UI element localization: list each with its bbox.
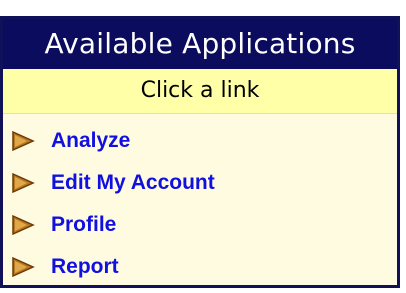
arrow-right-icon — [11, 130, 35, 152]
profile-link[interactable]: Profile — [51, 213, 116, 237]
arrow-right-icon — [11, 214, 35, 236]
edit-my-account-link[interactable]: Edit My Account — [51, 171, 215, 195]
panel-subtitle: Click a link — [3, 69, 397, 114]
link-item-analyze[interactable]: Analyze — [3, 120, 397, 162]
link-item-report[interactable]: Report — [3, 246, 397, 288]
analyze-link[interactable]: Analyze — [51, 129, 130, 153]
report-link[interactable]: Report — [51, 255, 119, 279]
link-item-profile[interactable]: Profile — [3, 204, 397, 246]
arrow-right-icon — [11, 256, 35, 278]
available-applications-panel: Available Applications Click a link Anal… — [0, 16, 400, 288]
link-item-edit-my-account[interactable]: Edit My Account — [3, 162, 397, 204]
application-link-list: Analyze Edit My Account Profile Report — [3, 114, 397, 288]
panel-title: Available Applications — [3, 19, 397, 69]
arrow-right-icon — [11, 172, 35, 194]
